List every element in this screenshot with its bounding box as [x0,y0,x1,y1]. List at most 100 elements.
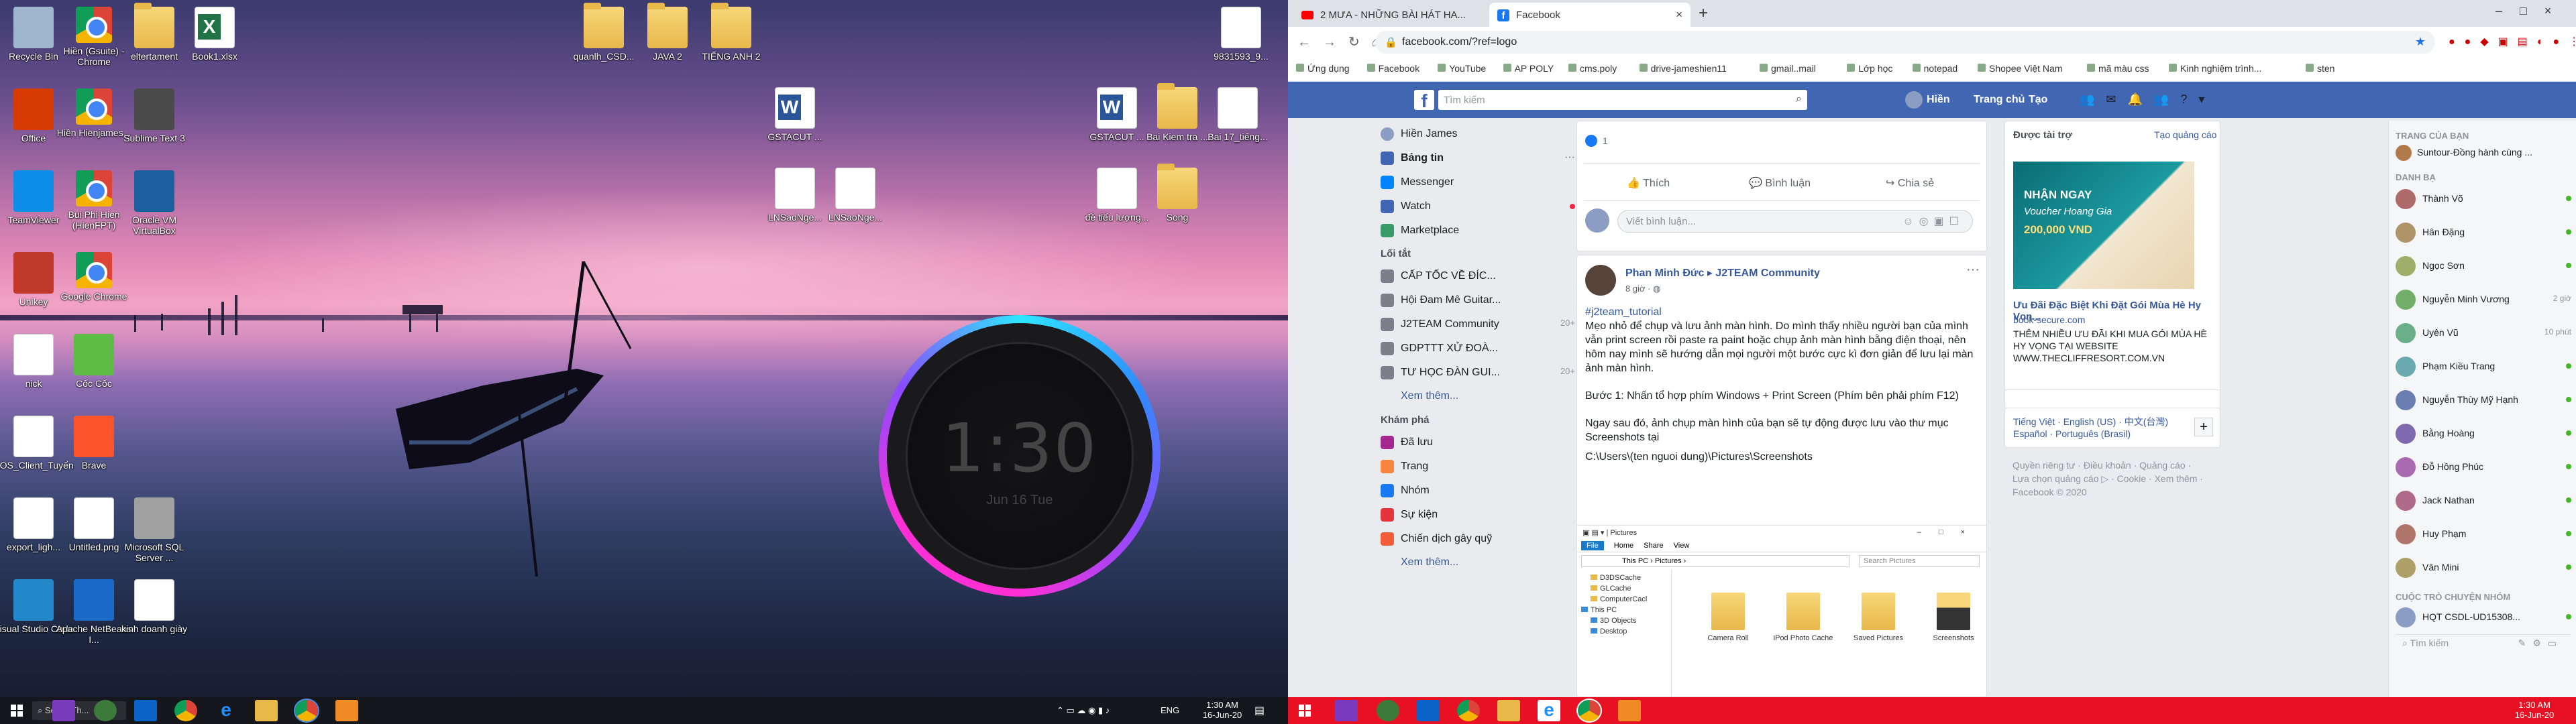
contact-item[interactable]: Vân Mini [2396,558,2571,578]
close-icon[interactable]: × [1676,8,1682,21]
nav-home[interactable]: Trang chủ [1974,94,2025,106]
earth-taskbar-icon[interactable] [94,700,117,721]
desktop-icon[interactable]: Bai 17_tiếng... [1197,84,1278,178]
ad-domain[interactable]: book-secure.com [2013,314,2085,325]
chrome-active-taskbar-icon[interactable] [294,699,319,723]
footer-line-1[interactable]: Quyền riêng tư · Điều khoản · Quảng cáo … [2012,459,2203,472]
taskbar-clock-right[interactable]: 1:30 AM 16-Jun-20 [2508,700,2561,720]
explore-item[interactable]: Đã lưu [1381,436,1575,449]
contact-item[interactable]: Đỗ Hồng Phúc [2396,457,2571,477]
footer-line-2[interactable]: Lựa chọn quảng cáo ▷ · Cookie · Xem thêm… [2012,472,2203,485]
edge-taskbar-icon[interactable]: e [1538,700,1560,721]
contact-item[interactable]: Huy Phạm [2396,524,2571,544]
explore-item[interactable]: Nhóm [1381,484,1575,497]
create-ad-link[interactable]: Tạo quảng cáo [2154,129,2216,140]
emoji-camera-gif-sticker-icons[interactable]: ☺◎▣☐ [1902,215,1964,228]
onenote-taskbar-icon[interactable] [52,700,75,721]
contact-item[interactable]: Hân Đặng [2396,223,2571,243]
contact-item[interactable]: Ngọc Sơn [2396,256,2571,276]
facebook-logo[interactable]: f [1414,90,1434,111]
bookmark-item[interactable]: AP POLY [1503,63,1554,74]
comment-input[interactable]: Viết bình luận... ☺◎▣☐ [1617,210,1973,233]
bookmark-item[interactable]: gmail..mail [1760,63,1816,74]
new-tab-button[interactable]: + [1699,4,1708,23]
tray-icons[interactable]: ⌃ ▭ ☁ ◉ ▮ ♪ [1057,705,1110,716]
onenote-taskbar-icon[interactable] [1335,700,1358,721]
see-more-explore[interactable]: Xem thêm... [1381,556,1575,568]
desktop-icon[interactable]: Sublime Text 3 [114,86,195,180]
facebook-search[interactable]: Tìm kiếm ⌕ [1438,90,1807,110]
shortcut-item[interactable]: CẤP TỐC VỀ ĐÍC... [1381,269,1575,283]
start-button-right[interactable] [1293,700,1316,721]
post-image-explorer[interactable]: ▣ ▤ ▾ | Pictures –□× File Home Share View… [1577,525,1986,697]
desktop-icon[interactable]: Song [1137,164,1218,259]
explorer-taskbar-icon[interactable] [1497,700,1520,721]
edge-taskbar-icon[interactable]: e [215,700,237,721]
app-taskbar-icon[interactable] [335,700,358,721]
bookmark-item[interactable]: sten [2306,63,2334,74]
shortcut-item[interactable]: J2TEAM Community 20+ [1381,318,1575,331]
post-author-avatar[interactable] [1585,265,1616,296]
contact-item[interactable]: Jack Nathan [2396,491,2571,511]
desktop-icon[interactable]: Microsoft SQL Server ... [114,495,195,589]
bookmark-item[interactable]: mã màu css [2087,63,2149,74]
bookmark-item[interactable]: Shopee Việt Nam [1978,63,2062,74]
see-more-shortcuts[interactable]: Xem thêm... [1381,390,1575,402]
share-button[interactable]: ↪ Chia sẻ [1886,176,1934,190]
left-nav-item[interactable]: Watch [1381,200,1575,213]
ad-image[interactable]: NHẬN NGAY Voucher Hoang Gia 200,000 VND [2013,162,2194,289]
desktop-icon[interactable]: 9831593_9... [1201,4,1281,98]
contact-item[interactable]: Nguyễn Minh Vương 2 giờ [2396,290,2571,310]
search-icon[interactable]: ⌕ [1796,93,1802,105]
bookmark-item[interactable]: Ứng dụng [1296,63,1350,74]
bookmark-item[interactable]: YouTube [1438,63,1486,74]
desktop-icon[interactable]: kinh doanh giày [114,577,195,670]
profile-avatar[interactable] [1905,91,1923,109]
bookmark-item[interactable]: notepad [1912,63,1957,74]
notification-icon[interactable]: ▤ [1254,704,1265,717]
explorer-taskbar-icon[interactable] [255,700,278,721]
extension-icons[interactable]: ●●◆▣▤◐●⋮ [2449,35,2576,48]
explore-item[interactable]: Sự kiện [1381,508,1575,522]
bookmark-item[interactable]: drive-jameshien11 [1639,63,1727,74]
bookmark-item[interactable]: cms.poly [1568,63,1617,74]
shortcut-item[interactable]: GDPTTT XỬ ĐOÀ... [1381,342,1575,355]
shortcut-item[interactable]: Hội Đam Mê Guitar... [1381,294,1575,307]
star-icon[interactable]: ★ [2415,35,2426,49]
desktop-icon[interactable]: GSTACUT ... [755,84,835,178]
comment-button[interactable]: 💬 Bình luận [1749,176,1811,190]
desktop-icon[interactable]: Oracle VM VirtualBox [114,168,195,261]
add-language-button[interactable]: + [2194,418,2213,436]
left-nav-item[interactable]: Bảng tin ··· [1381,152,1575,165]
explore-item[interactable]: Chiến dịch gây quỹ [1381,532,1575,546]
start-button[interactable] [5,700,28,721]
header-icons[interactable]: 👥✉🔔👥?▾ [2080,93,2216,107]
chat-search-bar[interactable]: ⌕ Tìm kiếm ✎⚙▭ [2396,634,2571,652]
post-hashtag[interactable]: #j2team_tutorial [1585,305,1981,319]
explore-item[interactable]: Trang [1381,460,1575,473]
post-more-icon[interactable]: ··· [1966,262,1980,278]
window-controls[interactable]: –□× [2496,4,2569,18]
tab-facebook[interactable]: f Facebook × [1489,3,1690,27]
contact-item[interactable]: Phạm Kiều Trang [2396,357,2571,377]
page-item[interactable]: Suntour-Đồng hành cùng ... [2396,145,2571,161]
desktop-icon[interactable]: Google Chrome [54,249,134,343]
chrome-taskbar-icon[interactable] [174,700,197,721]
nav-create[interactable]: Tạo [2029,94,2047,106]
address-bar[interactable]: 🔒 facebook.com/?ref=logo ★ [1375,31,2435,54]
contact-item[interactable]: Nguyễn Thùy Mỹ Hạnh [2396,390,2571,410]
desktop-icon[interactable]: LNSaoNge... [815,165,896,259]
language-list-2[interactable]: Español · Português (Brasil) [2013,428,2131,439]
tab-youtube[interactable]: 2 MƯA - NHỮNG BÀI HÁT HA... [1293,3,1488,27]
language-list-1[interactable]: Tiếng Việt · English (US) · 中文(台灣) [2013,415,2168,428]
left-nav-user[interactable]: Hiền James [1381,127,1575,141]
profile-name[interactable]: Hiền [1927,94,1950,106]
chat-search[interactable]: ⌕ Tìm kiếm ✎⚙▭ [2396,634,2570,652]
taskbar-clock[interactable]: 1:30 AM 16-Jun-20 [1195,700,1249,720]
chrome-taskbar-icon[interactable] [1457,700,1480,721]
contact-item[interactable]: Thành Võ [2396,189,2571,209]
post-author[interactable]: Phan Minh Đức ▸ J2TEAM Community [1625,266,1820,280]
left-nav-item[interactable]: Messenger [1381,176,1575,189]
contact-item[interactable]: Bằng Hoàng [2396,424,2571,444]
desktop-icon[interactable]: Cốc Cốc [54,331,134,425]
